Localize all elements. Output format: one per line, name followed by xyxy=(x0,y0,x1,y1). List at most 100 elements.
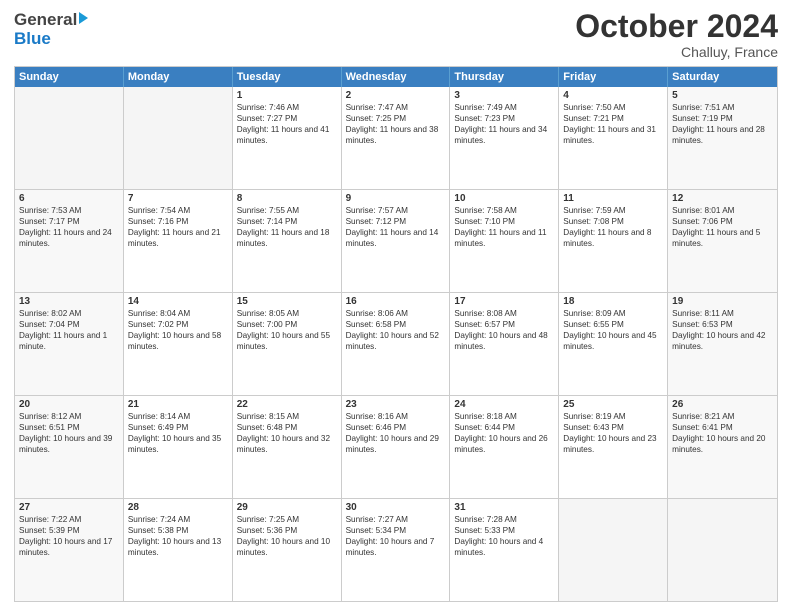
day-info: Sunrise: 8:15 AMSunset: 6:48 PMDaylight:… xyxy=(237,411,337,455)
calendar-cell xyxy=(559,499,668,601)
day-info: Sunrise: 8:05 AMSunset: 7:00 PMDaylight:… xyxy=(237,308,337,352)
calendar-cell: 11Sunrise: 7:59 AMSunset: 7:08 PMDayligh… xyxy=(559,190,668,292)
header-day-saturday: Saturday xyxy=(668,67,777,87)
day-number: 4 xyxy=(563,90,663,101)
header-day-sunday: Sunday xyxy=(15,67,124,87)
calendar-cell: 29Sunrise: 7:25 AMSunset: 5:36 PMDayligh… xyxy=(233,499,342,601)
logo-general: General xyxy=(14,10,77,30)
calendar-cell: 13Sunrise: 8:02 AMSunset: 7:04 PMDayligh… xyxy=(15,293,124,395)
day-info: Sunrise: 7:47 AMSunset: 7:25 PMDaylight:… xyxy=(346,102,446,146)
day-number: 10 xyxy=(454,193,554,204)
day-info: Sunrise: 7:22 AMSunset: 5:39 PMDaylight:… xyxy=(19,514,119,558)
day-number: 13 xyxy=(19,296,119,307)
calendar-cell: 1Sunrise: 7:46 AMSunset: 7:27 PMDaylight… xyxy=(233,87,342,189)
logo-line2: Blue xyxy=(14,30,51,49)
day-info: Sunrise: 8:14 AMSunset: 6:49 PMDaylight:… xyxy=(128,411,228,455)
day-info: Sunrise: 7:49 AMSunset: 7:23 PMDaylight:… xyxy=(454,102,554,146)
day-info: Sunrise: 8:04 AMSunset: 7:02 PMDaylight:… xyxy=(128,308,228,352)
day-number: 6 xyxy=(19,193,119,204)
day-number: 12 xyxy=(672,193,773,204)
calendar-cell: 17Sunrise: 8:08 AMSunset: 6:57 PMDayligh… xyxy=(450,293,559,395)
day-info: Sunrise: 8:19 AMSunset: 6:43 PMDaylight:… xyxy=(563,411,663,455)
day-info: Sunrise: 7:24 AMSunset: 5:38 PMDaylight:… xyxy=(128,514,228,558)
calendar-cell: 8Sunrise: 7:55 AMSunset: 7:14 PMDaylight… xyxy=(233,190,342,292)
header-day-tuesday: Tuesday xyxy=(233,67,342,87)
day-number: 18 xyxy=(563,296,663,307)
calendar-cell: 2Sunrise: 7:47 AMSunset: 7:25 PMDaylight… xyxy=(342,87,451,189)
day-number: 15 xyxy=(237,296,337,307)
day-number: 22 xyxy=(237,399,337,410)
calendar-cell: 27Sunrise: 7:22 AMSunset: 5:39 PMDayligh… xyxy=(15,499,124,601)
calendar-cell: 18Sunrise: 8:09 AMSunset: 6:55 PMDayligh… xyxy=(559,293,668,395)
day-number: 28 xyxy=(128,502,228,513)
day-info: Sunrise: 8:06 AMSunset: 6:58 PMDaylight:… xyxy=(346,308,446,352)
day-number: 11 xyxy=(563,193,663,204)
day-number: 27 xyxy=(19,502,119,513)
day-info: Sunrise: 7:28 AMSunset: 5:33 PMDaylight:… xyxy=(454,514,554,558)
day-info: Sunrise: 8:02 AMSunset: 7:04 PMDaylight:… xyxy=(19,308,119,352)
day-info: Sunrise: 7:55 AMSunset: 7:14 PMDaylight:… xyxy=(237,205,337,249)
calendar-cell: 15Sunrise: 8:05 AMSunset: 7:00 PMDayligh… xyxy=(233,293,342,395)
header-day-thursday: Thursday xyxy=(450,67,559,87)
calendar-cell: 31Sunrise: 7:28 AMSunset: 5:33 PMDayligh… xyxy=(450,499,559,601)
day-number: 29 xyxy=(237,502,337,513)
day-number: 30 xyxy=(346,502,446,513)
logo: General Blue xyxy=(14,10,88,49)
day-info: Sunrise: 8:12 AMSunset: 6:51 PMDaylight:… xyxy=(19,411,119,455)
logo-box: General Blue xyxy=(14,10,88,49)
calendar-cell: 22Sunrise: 8:15 AMSunset: 6:48 PMDayligh… xyxy=(233,396,342,498)
calendar-cell: 5Sunrise: 7:51 AMSunset: 7:19 PMDaylight… xyxy=(668,87,777,189)
day-info: Sunrise: 7:50 AMSunset: 7:21 PMDaylight:… xyxy=(563,102,663,146)
calendar-cell: 16Sunrise: 8:06 AMSunset: 6:58 PMDayligh… xyxy=(342,293,451,395)
calendar-cell: 14Sunrise: 8:04 AMSunset: 7:02 PMDayligh… xyxy=(124,293,233,395)
day-number: 31 xyxy=(454,502,554,513)
day-number: 14 xyxy=(128,296,228,307)
calendar-cell: 30Sunrise: 7:27 AMSunset: 5:34 PMDayligh… xyxy=(342,499,451,601)
day-number: 8 xyxy=(237,193,337,204)
calendar-cell: 4Sunrise: 7:50 AMSunset: 7:21 PMDaylight… xyxy=(559,87,668,189)
day-number: 21 xyxy=(128,399,228,410)
calendar-cell: 9Sunrise: 7:57 AMSunset: 7:12 PMDaylight… xyxy=(342,190,451,292)
day-number: 2 xyxy=(346,90,446,101)
day-number: 9 xyxy=(346,193,446,204)
month-title: October 2024 xyxy=(575,10,778,42)
day-number: 7 xyxy=(128,193,228,204)
day-number: 25 xyxy=(563,399,663,410)
header-day-friday: Friday xyxy=(559,67,668,87)
calendar-cell: 19Sunrise: 8:11 AMSunset: 6:53 PMDayligh… xyxy=(668,293,777,395)
day-info: Sunrise: 7:53 AMSunset: 7:17 PMDaylight:… xyxy=(19,205,119,249)
calendar-cell: 3Sunrise: 7:49 AMSunset: 7:23 PMDaylight… xyxy=(450,87,559,189)
calendar-row-4: 20Sunrise: 8:12 AMSunset: 6:51 PMDayligh… xyxy=(15,396,777,499)
calendar-cell: 24Sunrise: 8:18 AMSunset: 6:44 PMDayligh… xyxy=(450,396,559,498)
title-area: October 2024 Challuy, France xyxy=(575,10,778,60)
calendar-cell xyxy=(124,87,233,189)
calendar-cell xyxy=(668,499,777,601)
calendar-row-5: 27Sunrise: 7:22 AMSunset: 5:39 PMDayligh… xyxy=(15,499,777,601)
calendar-cell: 23Sunrise: 8:16 AMSunset: 6:46 PMDayligh… xyxy=(342,396,451,498)
header-day-monday: Monday xyxy=(124,67,233,87)
calendar: SundayMondayTuesdayWednesdayThursdayFrid… xyxy=(14,66,778,602)
calendar-body: 1Sunrise: 7:46 AMSunset: 7:27 PMDaylight… xyxy=(15,87,777,601)
day-number: 24 xyxy=(454,399,554,410)
day-number: 20 xyxy=(19,399,119,410)
logo-line1: General xyxy=(14,10,88,30)
day-info: Sunrise: 7:46 AMSunset: 7:27 PMDaylight:… xyxy=(237,102,337,146)
header-day-wednesday: Wednesday xyxy=(342,67,451,87)
day-number: 5 xyxy=(672,90,773,101)
day-info: Sunrise: 8:01 AMSunset: 7:06 PMDaylight:… xyxy=(672,205,773,249)
calendar-cell: 20Sunrise: 8:12 AMSunset: 6:51 PMDayligh… xyxy=(15,396,124,498)
calendar-cell: 10Sunrise: 7:58 AMSunset: 7:10 PMDayligh… xyxy=(450,190,559,292)
calendar-cell: 12Sunrise: 8:01 AMSunset: 7:06 PMDayligh… xyxy=(668,190,777,292)
header: General Blue October 2024 Challuy, Franc… xyxy=(14,10,778,60)
day-number: 16 xyxy=(346,296,446,307)
calendar-cell: 7Sunrise: 7:54 AMSunset: 7:16 PMDaylight… xyxy=(124,190,233,292)
day-number: 23 xyxy=(346,399,446,410)
day-number: 3 xyxy=(454,90,554,101)
calendar-cell: 6Sunrise: 7:53 AMSunset: 7:17 PMDaylight… xyxy=(15,190,124,292)
day-info: Sunrise: 7:51 AMSunset: 7:19 PMDaylight:… xyxy=(672,102,773,146)
day-info: Sunrise: 7:54 AMSunset: 7:16 PMDaylight:… xyxy=(128,205,228,249)
day-number: 26 xyxy=(672,399,773,410)
day-info: Sunrise: 8:09 AMSunset: 6:55 PMDaylight:… xyxy=(563,308,663,352)
calendar-cell: 26Sunrise: 8:21 AMSunset: 6:41 PMDayligh… xyxy=(668,396,777,498)
day-info: Sunrise: 8:11 AMSunset: 6:53 PMDaylight:… xyxy=(672,308,773,352)
